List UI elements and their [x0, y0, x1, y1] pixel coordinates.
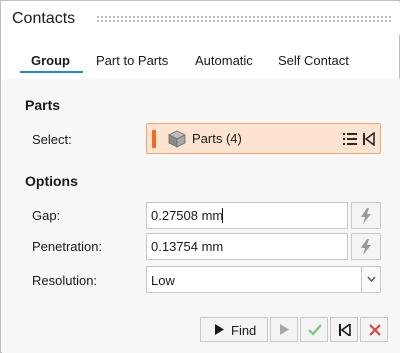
play-icon — [215, 324, 224, 335]
options-section-title: Options — [25, 173, 78, 189]
penetration-label: Penetration: — [32, 239, 103, 254]
selector-text: Parts (4) — [192, 131, 242, 146]
gap-input[interactable] — [146, 202, 348, 229]
penetration-measure-button[interactable] — [351, 233, 381, 260]
active-tab-indicator — [20, 71, 83, 73]
title-bar[interactable]: Contacts — [2, 2, 400, 35]
checkmark-icon — [308, 324, 322, 336]
active-selector-bar — [152, 130, 156, 148]
find-label: Find — [231, 323, 257, 338]
tab-part-to-parts[interactable]: Part to Parts — [96, 53, 168, 68]
apply-button[interactable] — [300, 317, 328, 342]
parts-selector[interactable]: Parts (4) — [146, 123, 381, 154]
lightning-icon — [361, 239, 371, 255]
tab-group[interactable]: Group — [31, 53, 70, 68]
lightning-icon — [361, 208, 371, 224]
select-label: Select: — [32, 132, 72, 147]
gap-label: Gap: — [32, 208, 61, 223]
resolution-value: Low — [151, 273, 175, 288]
play-next-icon — [280, 324, 289, 335]
drag-grip[interactable] — [96, 15, 392, 24]
cancel-button[interactable] — [360, 317, 388, 342]
gap-measure-button[interactable] — [351, 202, 381, 229]
next-button[interactable] — [270, 317, 298, 342]
panel-title: Contacts — [12, 10, 76, 27]
text-caret — [222, 208, 223, 223]
tab-automatic[interactable]: Automatic — [195, 53, 253, 68]
contacts-panel: Contacts Group Part to Parts Automatic S… — [0, 0, 400, 353]
cube-icon — [168, 130, 186, 148]
list-icon[interactable] — [343, 132, 357, 146]
find-button[interactable]: Find — [200, 317, 268, 342]
resolution-label: Resolution: — [32, 273, 98, 288]
reset-selection-icon[interactable] — [363, 132, 375, 146]
tab-self-contact[interactable]: Self Contact — [278, 53, 349, 68]
resolution-select[interactable]: Low — [146, 266, 381, 293]
parts-section-title: Parts — [25, 97, 61, 113]
exit-icon — [339, 324, 351, 336]
chevron-down-icon — [367, 276, 376, 282]
exit-button[interactable] — [330, 317, 358, 342]
penetration-input[interactable] — [146, 233, 348, 260]
dropdown-arrow[interactable] — [361, 267, 380, 292]
close-icon — [369, 324, 381, 336]
